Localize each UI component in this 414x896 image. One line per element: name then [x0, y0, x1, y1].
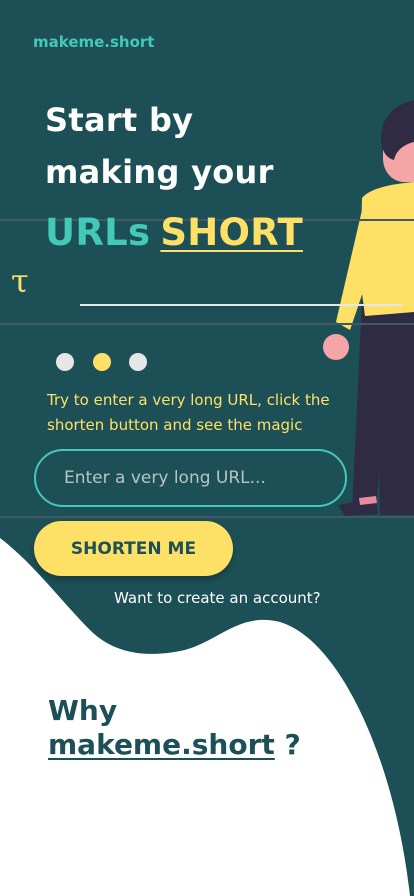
why-question-mark: ?: [284, 728, 301, 761]
hero-short-word: SHORT: [160, 211, 303, 254]
hero-title-line3: URLs SHORT: [45, 214, 303, 251]
decorative-underline: [80, 304, 402, 306]
carousel-dot-2[interactable]: [93, 353, 111, 371]
shorten-button[interactable]: SHORTEN ME: [34, 521, 233, 576]
why-brand-name: makeme.short: [48, 728, 275, 761]
why-heading-prefix: Why: [48, 694, 118, 727]
hero-urls-word: URLs: [45, 211, 151, 254]
url-input[interactable]: Enter a very long URL...: [34, 449, 347, 507]
divider-line-bottom: [0, 516, 414, 518]
app-logo[interactable]: makeme.short: [33, 33, 154, 51]
divider-line-middle: [0, 323, 414, 325]
carousel-dot-3[interactable]: [129, 353, 147, 371]
tau-decoration-icon: τ: [11, 262, 29, 300]
why-heading-brand-line: makeme.short ?: [48, 728, 301, 761]
carousel-dot-1[interactable]: [56, 353, 74, 371]
hero-title-line1: Start by: [45, 101, 194, 139]
create-account-link[interactable]: Want to create an account?: [114, 589, 321, 607]
hero-title-line2: making your: [45, 153, 274, 191]
instruction-text: Try to enter a very long URL, click the …: [47, 391, 330, 434]
